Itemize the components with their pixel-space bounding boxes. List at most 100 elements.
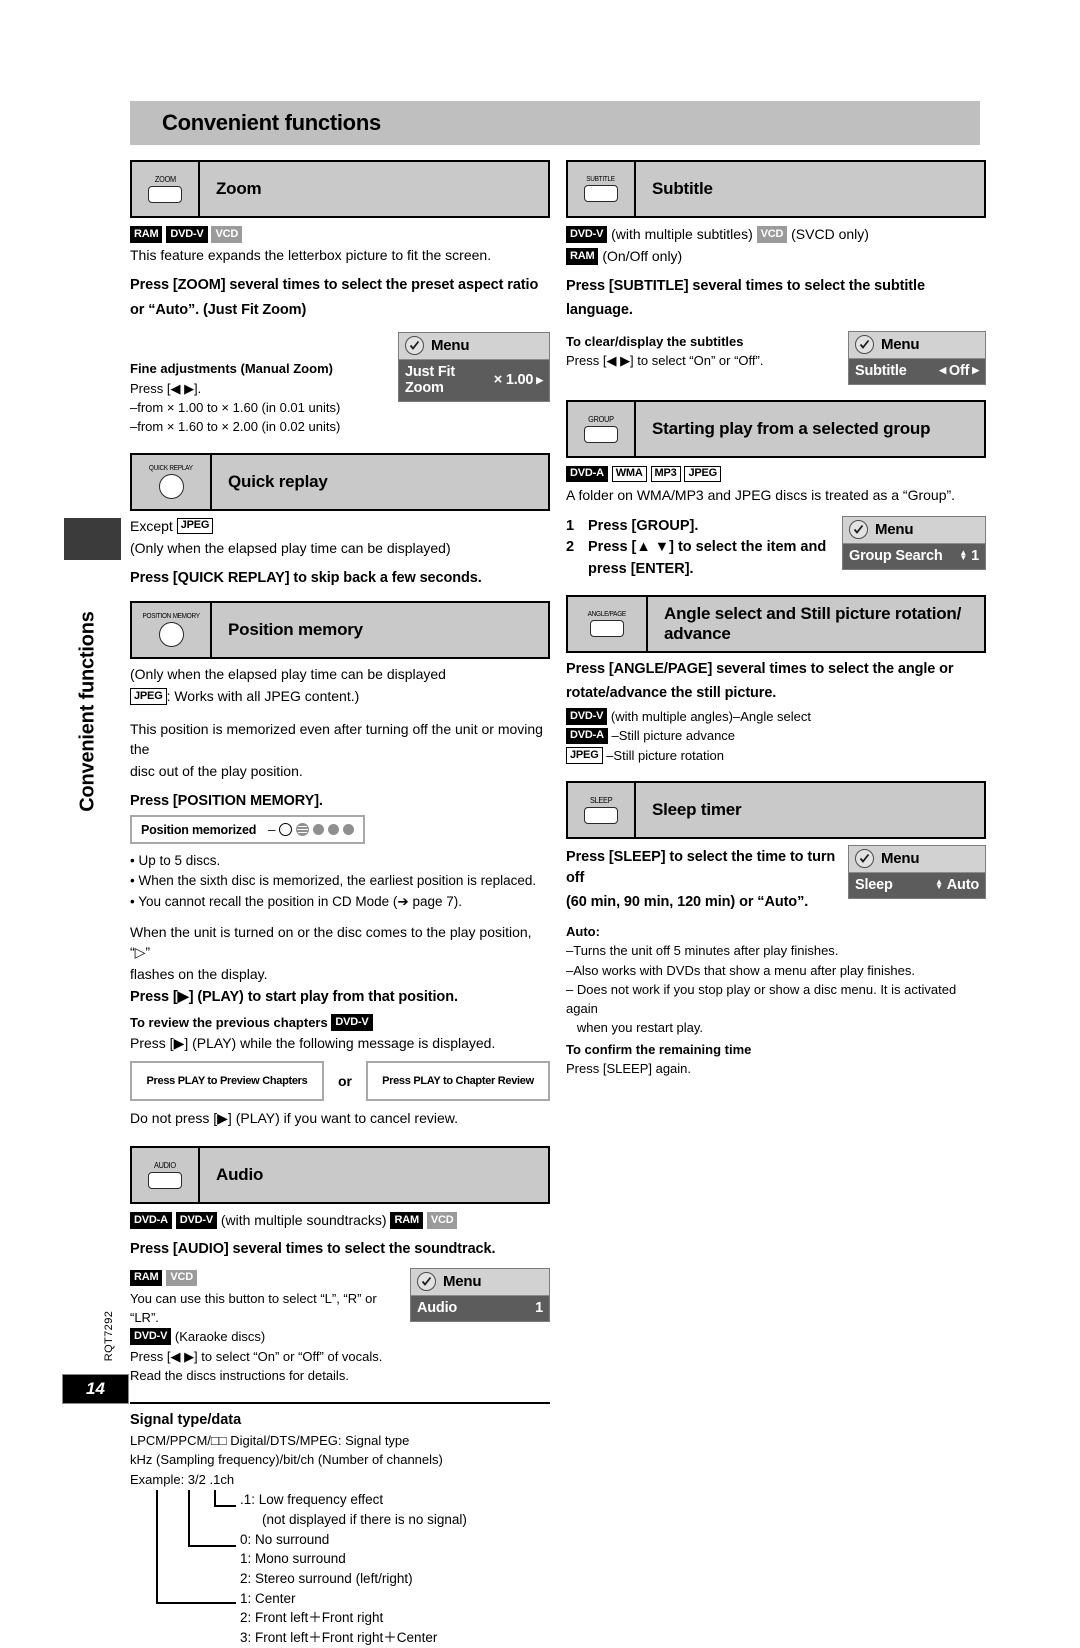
diagram-row: 1: Mono surround: [240, 1551, 346, 1567]
audio-sub-line3: Read the discs instructions for details.: [130, 1368, 349, 1384]
badge-dvdv: DVD-V: [166, 226, 208, 243]
angle-row: JPEG –Still picture rotation: [566, 747, 986, 765]
button-rect-icon: [584, 185, 618, 202]
zoom-fine-range1: –from × 1.00 to × 1.60 (in 0.01 units): [130, 399, 341, 415]
osd-value-group: ◀ Off ▶: [939, 363, 979, 379]
osd-message-chapter-review: Press PLAY to Chapter Review: [365, 1061, 550, 1102]
sleep-auto-line: when you restart play.: [566, 1020, 704, 1036]
badge-wma: WMA: [611, 465, 647, 483]
position-memory-bullet: • You cannot recall the position in CD M…: [130, 893, 462, 909]
audio-sub-line1: You can use this button to select “L”, “…: [130, 1291, 377, 1325]
button-round-icon: [158, 622, 184, 648]
section-title-sleep-timer: Sleep timer: [652, 800, 742, 820]
section-sleep-timer: SLEEP Sleep timer: [566, 781, 986, 840]
subtitle-instruction-line2: language.: [566, 302, 633, 319]
position-memory-instruction: Press [POSITION MEMORY].: [130, 792, 323, 809]
osd-row-audio: Audio 1: [411, 1295, 549, 1321]
subtitle-clear-heading: To clear/display the subtitles: [566, 333, 744, 349]
diagram-row: 1: Center: [240, 1590, 296, 1606]
badge-jpeg: JPEG: [176, 517, 214, 535]
review-chapters-heading-text: To review the previous chapters: [130, 1015, 328, 1031]
subtitle-instruction-line1: Press [SUBTITLE] several times to select…: [566, 277, 925, 294]
chevron-left-icon: ◀: [939, 365, 946, 376]
zoom-button-label: ZOOM: [154, 175, 176, 184]
group-step: 1 Press [GROUP].: [566, 516, 834, 536]
zoom-instruction-line2: or “Auto”. (Just Fit Zoom): [130, 301, 307, 318]
zoom-fine-block: Fine adjustments (Manual Zoom) Press [◀ …: [130, 332, 398, 438]
button-rect-icon: [584, 807, 618, 825]
checkmark-circle-icon: [417, 1271, 436, 1291]
badge-jpeg: JPEG: [130, 688, 167, 705]
or-separator: or: [337, 1073, 352, 1090]
angle-title-line2: advance: [664, 623, 731, 643]
zoom-fine-press: Press [◀ ▶].: [130, 380, 202, 396]
angle-row-text: (with multiple angles)–Angle select: [610, 708, 812, 724]
signal-type-line3: Example: 3/2 .1ch: [130, 1471, 235, 1487]
diagram-rows: .1: Low frequency effect (not displayed …: [240, 1490, 550, 1648]
up-down-arrows-icon: ▲ ▼: [959, 547, 968, 562]
section-subtitle: SUBTITLE Subtitle: [566, 160, 986, 218]
osd-item-value: 1: [535, 1299, 543, 1316]
subtitle-vcd-note: (SVCD only): [791, 226, 869, 242]
subtitle-button-icon: SUBTITLE: [568, 162, 636, 216]
zoom-badges: RAM DVD-V VCD: [130, 224, 550, 244]
page-title: Convenient functions: [162, 110, 381, 135]
zoom-instruction-line1: Press [ZOOM] several times to select the…: [130, 277, 539, 294]
osd-header: Menu: [849, 846, 985, 874]
position-memory-bullet: • When the sixth disc is memorized, the …: [130, 873, 537, 889]
angle-page-button-icon: ANGLE/PAGE: [568, 596, 648, 651]
sleep-instruction-line2: (60 min, 90 min, 120 min) or “Auto”.: [566, 894, 809, 911]
sleep-auto-line: –Turns the unit off 5 minutes after play…: [566, 943, 839, 959]
disc-slot-indicator: [313, 824, 325, 836]
section-position-memory: POSITION MEMORY Position memory: [130, 601, 550, 660]
osd-item-label: Group Search: [849, 547, 943, 564]
osd-item-label: Just Fit Zoom: [405, 364, 455, 397]
step-number: [566, 559, 588, 579]
angle-instruction-line2: rotate/advance the still picture.: [566, 685, 777, 702]
sleep-auto-line: –Also works with DVDs that show a menu a…: [566, 962, 915, 978]
jpeg-note-text: : Works with all JPEG content.): [166, 688, 360, 705]
osd-menu-group-search: Menu Group Search ▲ ▼ 1: [842, 515, 986, 570]
angle-row-text: –Still picture advance: [611, 728, 736, 744]
sleep-confirm-body: Press [SLEEP] again.: [566, 1060, 692, 1076]
except-prefix: Except: [130, 517, 173, 534]
badge-vcd: VCD: [756, 226, 788, 243]
sleep-button-icon: SLEEP: [568, 783, 636, 838]
section-title-audio: Audio: [216, 1165, 264, 1185]
step-number: 2: [566, 539, 575, 556]
angle-title-line1: Angle select and Still picture rotation/: [664, 603, 962, 623]
osd-value-group: × 1.00 ▶: [494, 372, 543, 388]
badge-dvdv: DVD-V: [331, 1014, 373, 1031]
section-title-quick-replay: Quick replay: [228, 471, 328, 491]
audio-sub-line2: Press [◀ ▶] to select “On” or “Off” of v…: [130, 1348, 383, 1364]
section-title-zoom: Zoom: [216, 179, 262, 198]
side-tab: Convenient functions RQT7292 14: [0, 0, 129, 1528]
position-memorized-label: Position memorized: [141, 822, 257, 837]
step-text: press [ENTER].: [588, 560, 694, 577]
badge-dvda: DVD-A: [566, 727, 608, 745]
angle-instruction-line1: Press [ANGLE/PAGE] several times to sele…: [566, 660, 954, 677]
audio-karaoke-text: (Karaoke discs): [174, 1329, 266, 1345]
button-rect-icon: [590, 619, 624, 637]
position-memorized-display: Position memorized –: [130, 815, 366, 845]
section-quick-replay: QUICK REPLAY Quick replay: [130, 452, 550, 511]
section-title-group: Starting play from a selected group: [652, 418, 931, 438]
button-round-icon: [158, 473, 184, 499]
chevron-right-icon: ▶: [536, 374, 543, 385]
chevron-right-icon: ▶: [972, 365, 979, 376]
divider: [130, 1402, 550, 1405]
section-angle-page: ANGLE/PAGE Angle select and Still pictur…: [566, 594, 986, 653]
osd-item-value: Auto: [946, 877, 979, 894]
position-memory-body-line1: This position is memorized even after tu…: [130, 720, 543, 757]
audio-button-icon: AUDIO: [132, 1148, 200, 1203]
cancel-review-note: Do not press [▶] (PLAY) if you want to c…: [130, 1110, 458, 1127]
osd-menu-audio: Menu Audio 1: [410, 1267, 550, 1322]
sleep-auto-heading: Auto:: [566, 924, 600, 940]
section-title-subtitle: Subtitle: [652, 179, 713, 198]
zoom-intro: This feature expands the letterbox pictu…: [130, 247, 492, 264]
signal-type-line1: LPCM/PPCM/□□ Digital/DTS/MPEG: Signal ty…: [130, 1432, 410, 1448]
sleep-auto-line: – Does not work if you stop play or show…: [566, 982, 957, 1016]
checkmark-circle-icon: [405, 336, 424, 356]
diagram-row: 2: Front left＋Front right: [240, 1610, 384, 1626]
angle-row: DVD-A –Still picture advance: [566, 727, 986, 745]
